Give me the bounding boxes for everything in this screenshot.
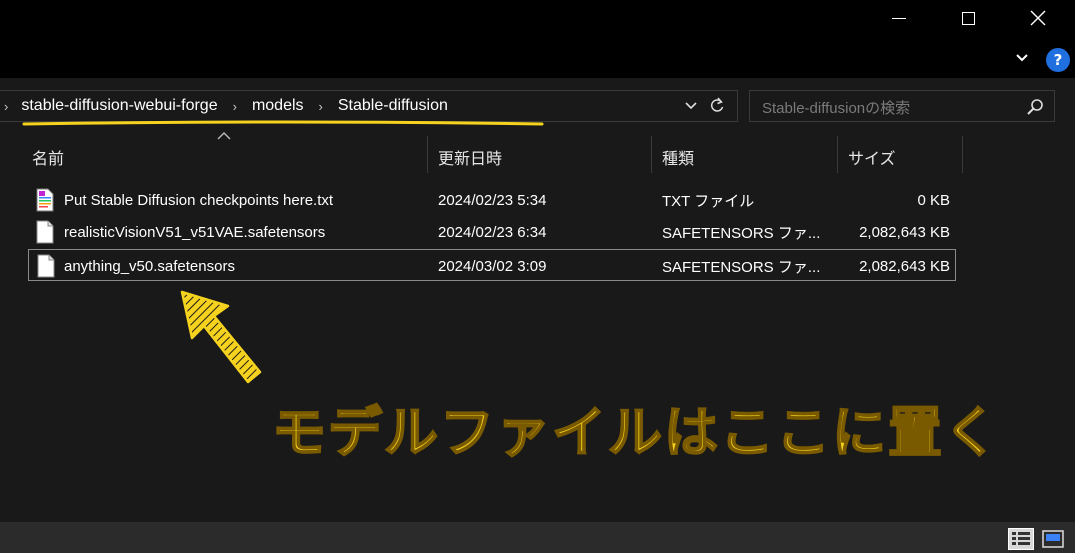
ribbon-bar	[0, 42, 1075, 78]
minimize-icon	[892, 17, 906, 19]
highlight-underline	[22, 120, 544, 126]
column-header-size[interactable]: サイズ	[848, 140, 896, 173]
status-bar	[0, 522, 1075, 553]
close-button[interactable]	[1013, 0, 1063, 36]
blank-file-icon	[37, 254, 55, 278]
file-size: 0 KB	[917, 191, 950, 209]
search-placeholder: Stable-diffusionの検索	[762, 100, 911, 117]
blank-file-icon	[36, 220, 54, 244]
annotation-arrow-icon	[180, 290, 262, 384]
breadcrumb-item-stable-diffusion[interactable]: Stable-diffusion	[333, 97, 453, 115]
breadcrumb-separator[interactable]: ›	[223, 99, 247, 114]
refresh-icon	[710, 97, 724, 112]
file-name: realisticVisionV51_v51VAE.safetensors	[64, 223, 326, 241]
help-label: ?	[1053, 51, 1063, 69]
file-name: Put Stable Diffusion checkpoints here.tx…	[64, 191, 334, 209]
search-icon	[1027, 99, 1043, 115]
sort-ascending-icon	[217, 132, 231, 140]
column-divider[interactable]	[962, 136, 963, 173]
file-type: SAFETENSORS ファ...	[662, 258, 821, 276]
file-date: 2024/02/23 6:34	[438, 223, 547, 241]
details-view-icon	[1012, 532, 1030, 545]
file-row[interactable]: realisticVisionV51_v51VAE.safetensors 20…	[28, 216, 956, 248]
ribbon-expand-button[interactable]	[1014, 50, 1030, 70]
breadcrumb: › stable-diffusion-webui-forge › models …	[4, 95, 453, 117]
maximize-icon	[961, 11, 975, 25]
breadcrumb-separator[interactable]: ›	[309, 99, 333, 114]
breadcrumb-separator[interactable]: ›	[4, 99, 16, 114]
file-size: 2,082,643 KB	[859, 257, 950, 275]
chevron-down-icon	[685, 102, 697, 110]
file-name: anything_v50.safetensors	[64, 257, 235, 275]
chevron-down-icon	[1016, 54, 1028, 62]
annotation-text: モデルファイルはここに置く	[271, 400, 1000, 465]
breadcrumb-item-models[interactable]: models	[247, 97, 309, 115]
minimize-button[interactable]	[874, 0, 924, 36]
column-divider[interactable]	[427, 136, 428, 173]
column-header-name[interactable]: 名前	[32, 140, 64, 173]
file-size: 2,082,643 KB	[859, 223, 950, 241]
breadcrumb-item-forge[interactable]: stable-diffusion-webui-forge	[16, 97, 222, 115]
file-row-selected[interactable]: anything_v50.safetensors 2024/03/02 3:09…	[28, 249, 956, 281]
large-icons-view-button[interactable]	[1040, 528, 1066, 550]
refresh-button[interactable]	[709, 96, 725, 119]
file-date: 2024/03/02 3:09	[438, 257, 547, 275]
help-button[interactable]: ?	[1046, 48, 1070, 72]
file-type: TXT ファイル	[662, 192, 755, 210]
file-type: SAFETENSORS ファ...	[662, 224, 821, 242]
close-icon	[1030, 10, 1046, 26]
column-divider[interactable]	[651, 136, 652, 173]
address-history-button[interactable]	[684, 98, 698, 117]
column-divider[interactable]	[837, 136, 838, 173]
column-header-type[interactable]: 種類	[662, 140, 694, 173]
search-input[interactable]: Stable-diffusionの検索	[749, 90, 1055, 122]
text-file-icon	[36, 188, 54, 212]
column-header-date[interactable]: 更新日時	[438, 140, 502, 173]
large-icons-view-icon	[1042, 530, 1064, 548]
file-date: 2024/02/23 5:34	[438, 191, 547, 209]
file-row[interactable]: Put Stable Diffusion checkpoints here.tx…	[28, 184, 956, 216]
details-view-button[interactable]	[1008, 528, 1034, 550]
maximize-button[interactable]	[943, 0, 993, 36]
